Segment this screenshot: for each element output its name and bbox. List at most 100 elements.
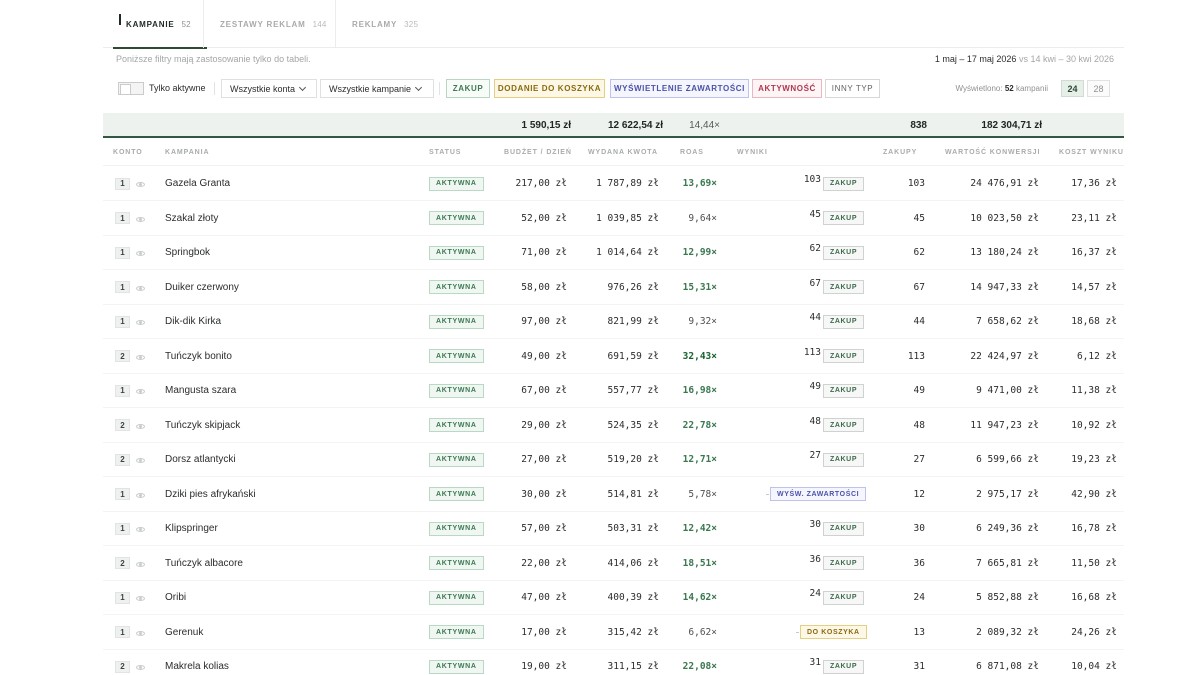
table-row[interactable]: 1 Dziki pies afrykański AKTYWNA 30,00 zł… <box>103 477 1124 512</box>
table-row[interactable]: 1 Oribi AKTYWNA 47,00 zł 400,39 zł 14,62… <box>103 581 1124 615</box>
table-row[interactable]: 2 Tuńczyk albacore AKTYWNA 22,00 zł 414,… <box>103 546 1124 581</box>
active-only-toggle[interactable] <box>118 82 144 95</box>
conversion-value: 24 476,91 zł <box>970 178 1039 189</box>
type-chip-wyswietlenie-zawartosci[interactable]: WYŚWIETLENIE ZAWARTOŚCI <box>610 79 749 98</box>
result-type-badge: WYŚW. ZAWARTOŚCI <box>770 487 867 501</box>
status-cell: AKTYWNA <box>429 477 484 511</box>
table-row[interactable]: 2 Tuńczyk skipjack AKTYWNA 29,00 zł 524,… <box>103 408 1124 443</box>
col-roas[interactable]: ROAS <box>680 149 704 156</box>
total-budget: 1 590,15 zł <box>521 120 571 131</box>
eye-icon[interactable] <box>136 561 145 567</box>
conversion-value: 2 975,17 zł <box>976 488 1039 500</box>
eye-icon[interactable] <box>136 389 145 394</box>
table-row[interactable]: 2 Dorsz atlantycki AKTYWNA 27,00 zł 519,… <box>103 443 1124 477</box>
budget-value: 27,00 zł <box>521 454 567 465</box>
eye-icon[interactable] <box>136 665 145 670</box>
campaign-name[interactable]: Szakal złoty <box>165 201 218 235</box>
col-purchases[interactable]: ZAKUPY <box>883 149 917 156</box>
col-cost[interactable]: KOSZT WYNIKU <box>1059 149 1124 156</box>
date-range[interactable]: 1 maj – 17 maj 2026 vs 14 kwi – 30 kwi 2… <box>935 54 1114 64</box>
account-badge: 2 <box>115 453 130 466</box>
status-badge: AKTYWNA <box>429 487 484 501</box>
campaign-name[interactable]: Duiker czerwony <box>165 270 239 304</box>
spent-value: 311,15 zł <box>607 661 659 672</box>
campaign-name[interactable]: Tuńczyk skipjack <box>165 408 240 442</box>
purchases-value: 103 <box>907 178 925 189</box>
table-row[interactable]: 1 Gerenuk AKTYWNA 17,00 zł 315,42 zł 6,6… <box>103 615 1124 650</box>
result-type-cell: ZAKUP <box>823 512 865 546</box>
table-row[interactable]: 1 Dik-dik Kirka AKTYWNA 97,00 zł 821,99 … <box>103 305 1124 339</box>
col-value[interactable]: WARTOŚĆ KONWERSJI <box>945 149 1040 156</box>
accounts-select[interactable]: Wszystkie konta <box>221 79 317 98</box>
col-budget[interactable]: BUDŻET / DZIEŃ <box>504 149 572 156</box>
type-chip-dodanie-do-koszyka[interactable]: DODANIE DO KOSZYKA <box>494 79 605 98</box>
campaign-name[interactable]: Tuńczyk albacore <box>165 546 243 580</box>
eye-icon[interactable] <box>136 182 145 187</box>
account-badge: 2 <box>115 660 130 673</box>
eye-icon[interactable] <box>136 527 145 532</box>
table-row[interactable]: 1 Gazela Granta AKTYWNA 217,00 zł 1 787,… <box>103 167 1124 201</box>
campaign-name[interactable]: Oribi <box>165 581 186 615</box>
result-type-badge: ZAKUP <box>823 280 865 294</box>
col-status[interactable]: STATUS <box>429 149 461 156</box>
tab-zestawy-reklam[interactable]: ZESTAWY REKLAM 144 <box>220 0 327 48</box>
campaign-name[interactable]: Gerenuk <box>165 615 203 649</box>
eye-icon[interactable] <box>136 216 145 222</box>
account-badge: 1 <box>115 177 130 190</box>
account-cell: 1 <box>115 477 145 511</box>
cost-per-result: 16,68 zł <box>1071 592 1117 603</box>
status-badge: AKTYWNA <box>429 314 484 329</box>
eye-icon[interactable] <box>136 320 145 325</box>
spent-value: 400,39 zł <box>607 592 659 603</box>
campaign-name[interactable]: Dik-dik Kirka <box>165 305 221 339</box>
result-type-cell: ZAKUP <box>823 443 865 477</box>
campaign-name[interactable]: Klipspringer <box>165 512 218 546</box>
table-row[interactable]: 1 Szakal złoty AKTYWNA 52,00 zł 1 039,85… <box>103 201 1124 236</box>
page-size-24[interactable]: 24 <box>1061 80 1084 97</box>
eye-icon[interactable] <box>136 596 145 601</box>
eye-icon[interactable] <box>136 354 145 360</box>
result-type-badge: ZAKUP <box>823 245 865 260</box>
status-badge: AKTYWNA <box>429 590 484 605</box>
col-campaign[interactable]: KAMPANIA <box>165 149 209 156</box>
table-row[interactable]: 1 Duiker czerwony AKTYWNA 58,00 zł 976,2… <box>103 270 1124 305</box>
purchases-value: 27 <box>913 454 925 465</box>
table-row[interactable]: 1 Mangusta szara AKTYWNA 67,00 zł 557,77… <box>103 374 1124 408</box>
eye-icon[interactable] <box>136 492 145 498</box>
campaign-name[interactable]: Springbok <box>165 236 210 270</box>
eye-icon[interactable] <box>136 458 145 463</box>
table-row[interactable]: 1 Springbok AKTYWNA 71,00 zł 1 014,64 zł… <box>103 236 1124 270</box>
eye-icon[interactable] <box>136 423 145 429</box>
account-cell: 1 <box>115 167 145 201</box>
result-marker <box>793 615 799 649</box>
eye-icon[interactable] <box>136 285 145 291</box>
tab-kampanie[interactable]: KAMPANIE 52 <box>113 0 207 49</box>
eye-icon[interactable] <box>136 251 145 256</box>
campaign-name[interactable]: Tuńczyk bonito <box>165 339 232 373</box>
campaign-name[interactable]: Dziki pies afrykański <box>165 477 256 511</box>
tab-reklamy[interactable]: REKLAMY 325 <box>352 0 418 48</box>
col-account[interactable]: KONTO <box>113 149 143 156</box>
result-type-badge: DO KOSZYKA <box>800 625 867 639</box>
campaign-name[interactable]: Mangusta szara <box>165 374 236 408</box>
col-spent[interactable]: WYDANA KWOTA <box>588 149 658 156</box>
type-chip-zakup[interactable]: ZAKUP <box>446 79 490 98</box>
table-row[interactable]: 2 Tuńczyk bonito AKTYWNA 49,00 zł 691,59… <box>103 339 1124 374</box>
result-type-badge: ZAKUP <box>823 211 865 225</box>
eye-icon[interactable] <box>136 630 145 636</box>
account-cell: 1 <box>115 581 145 615</box>
campaign-name[interactable]: Makrela kolias <box>165 650 229 675</box>
table-row[interactable]: 1 Klipspringer AKTYWNA 57,00 zł 503,31 z… <box>103 512 1124 546</box>
table-row[interactable]: 2 Makrela kolias AKTYWNA 19,00 zł 311,15… <box>103 650 1124 675</box>
status-badge: AKTYWNA <box>429 418 484 432</box>
campaigns-select[interactable]: Wszystkie kampanie <box>320 79 434 98</box>
campaign-name[interactable]: Dorsz atlantycki <box>165 443 236 477</box>
budget-value: 67,00 zł <box>521 385 567 396</box>
campaign-name[interactable]: Gazela Granta <box>165 167 230 201</box>
roas-value: 15,31× <box>682 281 717 293</box>
type-chip-inny-typ[interactable]: INNY TYP <box>825 79 880 98</box>
campaigns-select-value: Wszystkie kampanie <box>329 83 412 94</box>
page-size-28[interactable]: 28 <box>1087 80 1110 97</box>
col-results[interactable]: WYNIKI <box>737 149 768 156</box>
type-chip-aktywnosc[interactable]: AKTYWNOŚĆ <box>752 79 822 98</box>
